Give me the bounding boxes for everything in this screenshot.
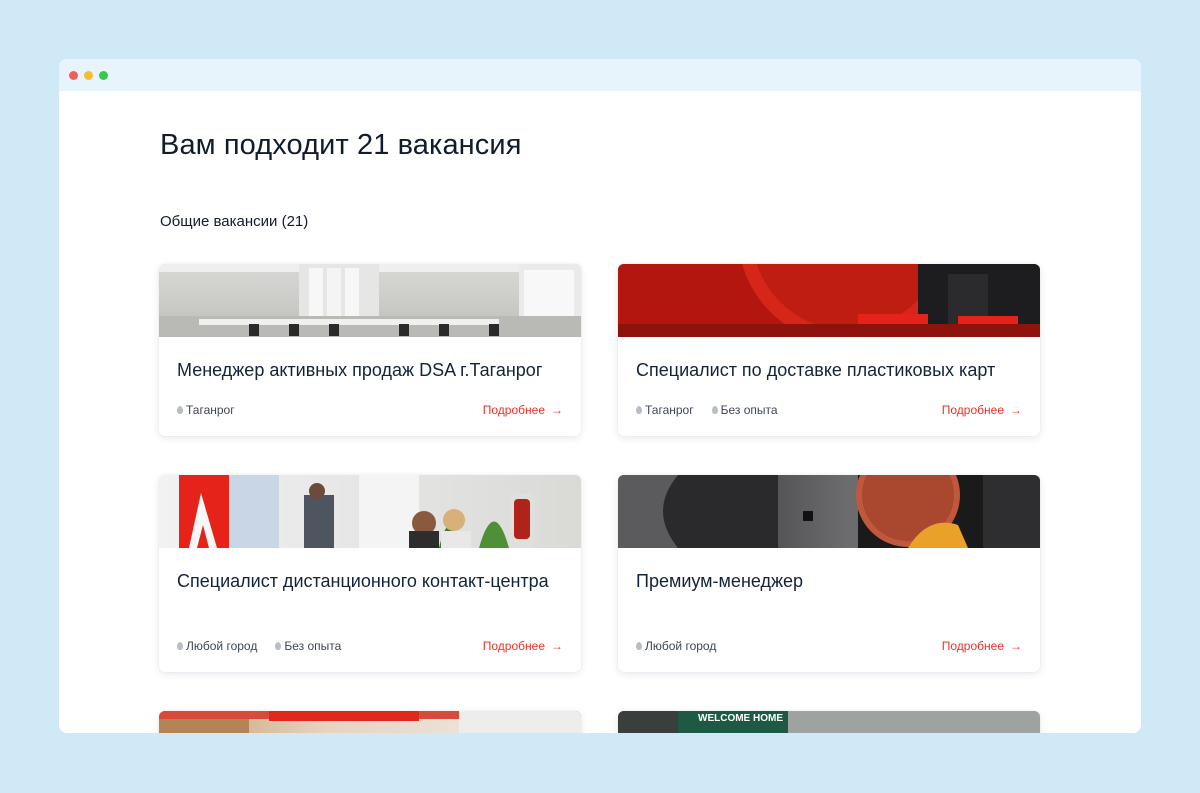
window-titlebar [59, 59, 1141, 91]
close-window-icon[interactable] [69, 70, 78, 80]
more-link[interactable]: Подробнее → [942, 403, 1022, 417]
location-pin-icon [177, 406, 183, 414]
location-pin-icon [636, 642, 642, 650]
welcome-home-sign: WELCOME HOME [698, 713, 783, 724]
more-link-label: Подробнее [941, 639, 1004, 653]
vacancy-experience: Без опыта [275, 639, 341, 653]
arrow-right-icon: → [1010, 639, 1022, 653]
welcome-home-photo: WELCOME HOME [618, 711, 1040, 733]
vacancy-experience-label: Без опыта [720, 403, 778, 417]
dark-lounge-photo [618, 475, 1040, 548]
vacancy-title[interactable]: Специалист по доставке пластиковых карт [636, 358, 1026, 383]
minimize-window-icon[interactable] [84, 70, 93, 80]
more-link-label: Подробнее [482, 403, 545, 417]
more-link[interactable]: Подробнее → [483, 403, 563, 417]
experience-icon [711, 406, 718, 414]
maximize-window-icon[interactable] [99, 70, 108, 80]
location-pin-icon [636, 406, 642, 414]
experience-icon [275, 642, 282, 650]
vacancy-card[interactable]: Специалист по доставке пластиковых карт … [618, 264, 1040, 436]
vacancy-card[interactable]: Менеджер активных продаж DSA г.Таганрог … [159, 264, 581, 436]
more-link-label: Подробнее [941, 403, 1004, 417]
vacancy-card[interactable]: WELCOME HOME [618, 711, 1040, 733]
vacancy-city: Таганрог [636, 403, 694, 417]
vacancy-meta: Любой город Без опыта [177, 639, 341, 653]
browser-window: Вам подходит 21 вакансия Общие вакансии … [59, 59, 1141, 733]
vacancy-city: Любой город [177, 639, 257, 653]
office-photo [159, 264, 581, 337]
arrow-right-icon: → [551, 403, 563, 417]
wood-office-photo [159, 711, 581, 733]
vacancy-city-label: Таганрог [186, 403, 235, 417]
red-lounge-photo [618, 264, 1040, 337]
vacancy-experience-label: Без опыта [284, 639, 342, 653]
vacancy-title[interactable]: Премиум-менеджер [636, 569, 1026, 594]
vacancy-title[interactable]: Менеджер активных продаж DSA г.Таганрог [177, 358, 567, 383]
vacancy-experience: Без опыта [711, 403, 778, 417]
vacancy-city: Таганрог [177, 403, 235, 417]
vacancy-meta: Таганрог [177, 403, 235, 417]
more-link[interactable]: Подробнее → [483, 639, 563, 653]
section-title: Общие вакансии (21) [160, 213, 309, 230]
vacancy-meta: Любой город [636, 639, 716, 653]
vacancy-city-label: Любой город [186, 639, 258, 653]
more-link-label: Подробнее [482, 639, 545, 653]
vacancy-card[interactable] [159, 711, 581, 733]
arrow-right-icon: → [551, 639, 563, 653]
more-link[interactable]: Подробнее → [942, 639, 1022, 653]
arrow-right-icon: → [1010, 403, 1022, 417]
vacancy-city-label: Любой город [645, 639, 717, 653]
vacancy-card[interactable]: Премиум-менеджер Любой город Подробнее → [618, 475, 1040, 672]
vacancy-card[interactable]: Специалист дистанционного контакт-центра… [159, 475, 581, 672]
page-title: Вам подходит 21 вакансия [160, 129, 522, 161]
vacancy-city-label: Таганрог [645, 403, 694, 417]
location-pin-icon [177, 642, 183, 650]
people-office-photo [159, 475, 581, 548]
vacancy-title[interactable]: Специалист дистанционного контакт-центра [177, 569, 567, 594]
vacancy-meta: Таганрог Без опыта [636, 403, 778, 417]
vacancy-city: Любой город [636, 639, 716, 653]
